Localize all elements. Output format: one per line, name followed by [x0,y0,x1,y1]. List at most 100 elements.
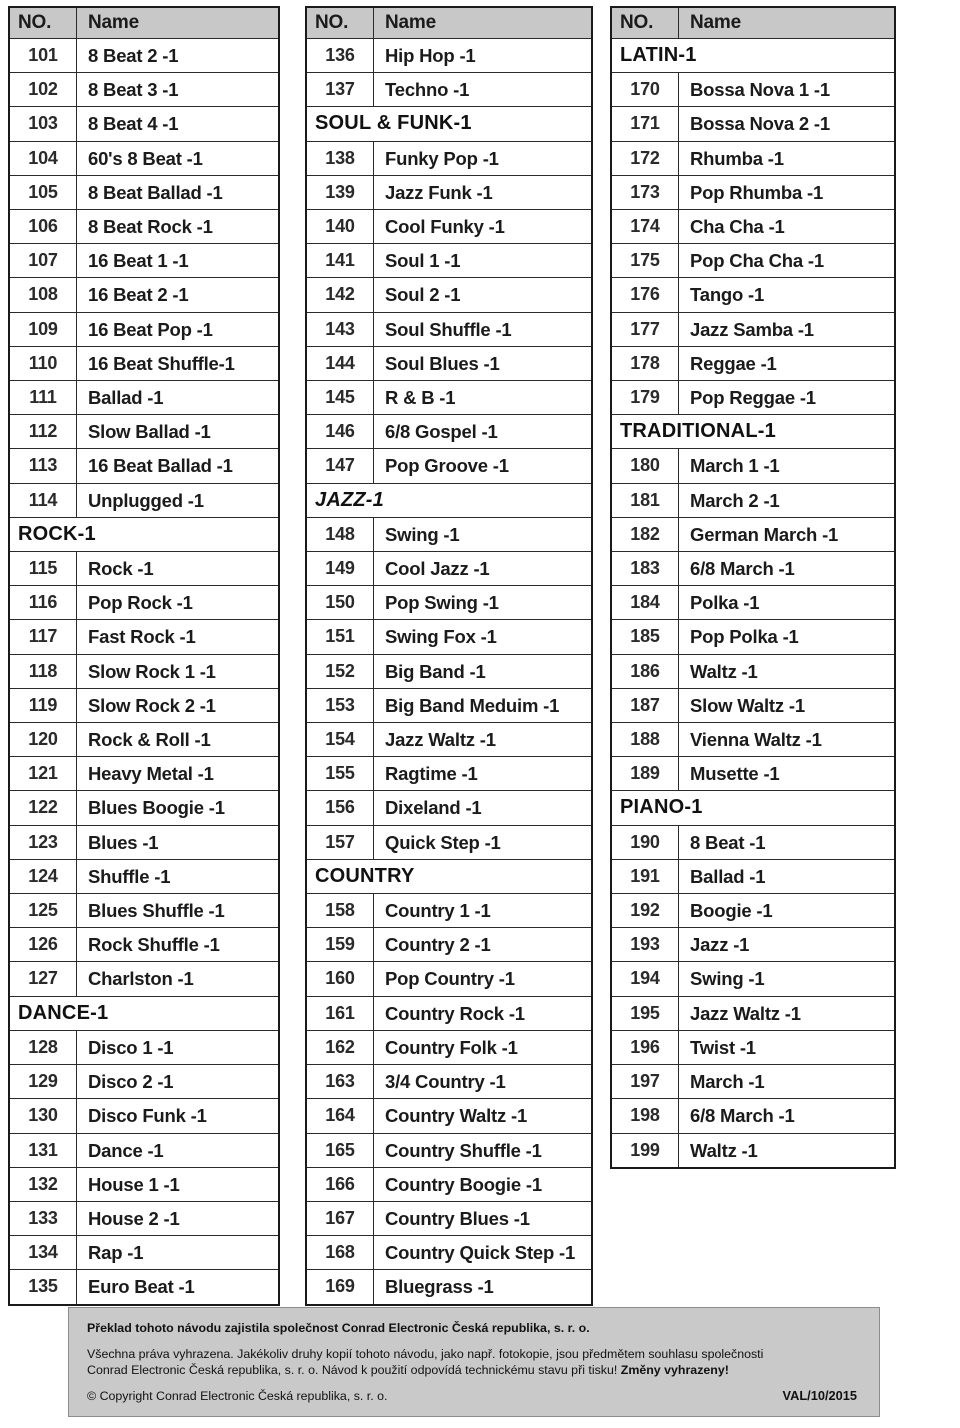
table-row[interactable]: 168 Country Quick Step -1 [305,1235,593,1271]
table-row[interactable]: 133 House 2 -1 [8,1200,280,1237]
table-row[interactable]: 139 Jazz Funk -1 [305,174,593,211]
table-row[interactable]: 141 Soul 1 -1 [305,243,593,279]
table-row[interactable]: 147 Pop Groove -1 [305,448,593,484]
table-row[interactable]: 169 Bluegrass -1 [305,1269,593,1306]
table-row[interactable]: 113 16 Beat Ballad -1 [8,448,280,484]
table-row[interactable]: 160 Pop Country -1 [305,961,593,997]
table-row[interactable]: 192 Boogie -1 [610,893,896,929]
table-row[interactable]: 124 Shuffle -1 [8,858,280,895]
table-row[interactable]: 136 Hip Hop -1 [305,37,593,74]
table-row[interactable]: 119 Slow Rock 2 -1 [8,687,280,724]
table-row[interactable]: 145 R & B -1 [305,380,593,416]
table-row[interactable]: 150 Pop Swing -1 [305,585,593,621]
table-row[interactable]: 193 Jazz -1 [610,927,896,963]
table-row[interactable]: 115 Rock -1 [8,551,280,587]
table-row[interactable]: 188 Vienna Waltz -1 [610,722,896,758]
table-row[interactable]: 149 Cool Jazz -1 [305,551,593,587]
table-row[interactable]: 110 16 Beat Shuffle-1 [8,345,280,382]
table-row[interactable]: 179 Pop Reggae -1 [610,380,896,416]
table-row[interactable]: 173 Pop Rhumba -1 [610,174,896,211]
table-row[interactable]: 137 Techno -1 [305,72,593,108]
table-row[interactable]: 144 Soul Blues -1 [305,345,593,382]
table-row[interactable]: 175 Pop Cha Cha -1 [610,243,896,279]
table-row[interactable]: 158 Country 1 -1 [305,893,593,929]
table-row[interactable]: 164 Country Waltz -1 [305,1098,593,1134]
table-row[interactable]: 163 3/4 Country -1 [305,1064,593,1100]
table-row[interactable]: 135 Euro Beat -1 [8,1269,280,1306]
table-row[interactable]: 157 Quick Step -1 [305,824,593,860]
table-row[interactable]: 191 Ballad -1 [610,858,896,895]
table-row[interactable]: 174 Cha Cha -1 [610,209,896,245]
table-row[interactable]: 103 8 Beat 4 -1 [8,106,280,142]
table-row[interactable]: 148 Swing -1 [305,516,593,553]
table-row[interactable]: 140 Cool Funky -1 [305,209,593,245]
table-row[interactable]: 194 Swing -1 [610,961,896,997]
table-row[interactable]: 161 Country Rock -1 [305,995,593,1031]
table-row[interactable]: 130 Disco Funk -1 [8,1098,280,1134]
table-row[interactable]: 132 House 1 -1 [8,1166,280,1202]
table-row[interactable]: 134 Rap -1 [8,1235,280,1271]
table-row[interactable]: 101 8 Beat 2 -1 [8,37,280,74]
table-row[interactable]: 142 Soul 2 -1 [305,277,593,313]
table-row[interactable]: 177 Jazz Samba -1 [610,311,896,347]
table-row[interactable]: 162 Country Folk -1 [305,1029,593,1066]
table-row[interactable]: 114 Unplugged -1 [8,482,280,518]
table-row[interactable]: 166 Country Boogie -1 [305,1166,593,1202]
table-row[interactable]: 186 Waltz -1 [610,653,896,689]
table-row[interactable]: 143 Soul Shuffle -1 [305,311,593,347]
table-row[interactable]: 182 German March -1 [610,516,896,553]
table-row[interactable]: 127 Charlston -1 [8,961,280,997]
table-row[interactable]: 104 60's 8 Beat -1 [8,140,280,176]
table-row[interactable]: 126 Rock Shuffle -1 [8,927,280,963]
table-row[interactable]: 156 Dixeland -1 [305,790,593,826]
table-row[interactable]: 146 6/8 Gospel -1 [305,414,593,450]
table-row[interactable]: 187 Slow Waltz -1 [610,687,896,724]
table-row[interactable]: 171 Bossa Nova 2 -1 [610,106,896,142]
table-row[interactable]: 123 Blues -1 [8,824,280,860]
table-row[interactable]: 165 Country Shuffle -1 [305,1132,593,1168]
table-row[interactable]: 152 Big Band -1 [305,653,593,689]
table-row[interactable]: 116 Pop Rock -1 [8,585,280,621]
table-row[interactable]: 154 Jazz Waltz -1 [305,722,593,758]
table-row[interactable]: 128 Disco 1 -1 [8,1029,280,1066]
table-row[interactable]: 190 8 Beat -1 [610,824,896,860]
table-row[interactable]: 138 Funky Pop -1 [305,140,593,176]
table-row[interactable]: 159 Country 2 -1 [305,927,593,963]
table-row[interactable]: 181 March 2 -1 [610,482,896,518]
table-row[interactable]: 120 Rock & Roll -1 [8,722,280,758]
table-row[interactable]: 121 Heavy Metal -1 [8,756,280,792]
table-row[interactable]: 172 Rhumba -1 [610,140,896,176]
table-row[interactable]: 102 8 Beat 3 -1 [8,72,280,108]
table-row[interactable]: 189 Musette -1 [610,756,896,792]
table-row[interactable]: 195 Jazz Waltz -1 [610,995,896,1031]
table-row[interactable]: 118 Slow Rock 1 -1 [8,653,280,689]
table-row[interactable]: 107 16 Beat 1 -1 [8,243,280,279]
table-row[interactable]: 198 6/8 March -1 [610,1098,896,1134]
table-row[interactable]: 129 Disco 2 -1 [8,1064,280,1100]
table-row[interactable]: 117 Fast Rock -1 [8,619,280,655]
table-row[interactable]: 122 Blues Boogie -1 [8,790,280,826]
table-row[interactable]: 178 Reggae -1 [610,345,896,382]
table-row[interactable]: 199 Waltz -1 [610,1132,896,1169]
table-row[interactable]: 151 Swing Fox -1 [305,619,593,655]
table-row[interactable]: 112 Slow Ballad -1 [8,414,280,450]
style-name: Swing -1 [678,961,896,997]
table-row[interactable]: 131 Dance -1 [8,1132,280,1168]
table-row[interactable]: 153 Big Band Meduim -1 [305,687,593,724]
table-row[interactable]: 170 Bossa Nova 1 -1 [610,72,896,108]
table-row[interactable]: 109 16 Beat Pop -1 [8,311,280,347]
table-row[interactable]: 197 March -1 [610,1064,896,1100]
table-row[interactable]: 125 Blues Shuffle -1 [8,893,280,929]
table-row[interactable]: 184 Polka -1 [610,585,896,621]
table-row[interactable]: 106 8 Beat Rock -1 [8,209,280,245]
table-row[interactable]: 176 Tango -1 [610,277,896,313]
table-row[interactable]: 105 8 Beat Ballad -1 [8,174,280,211]
table-row[interactable]: 183 6/8 March -1 [610,551,896,587]
table-row[interactable]: 196 Twist -1 [610,1029,896,1066]
table-row[interactable]: 155 Ragtime -1 [305,756,593,792]
table-row[interactable]: 108 16 Beat 2 -1 [8,277,280,313]
table-row[interactable]: 180 March 1 -1 [610,448,896,484]
table-row[interactable]: 167 Country Blues -1 [305,1200,593,1237]
table-row[interactable]: 111 Ballad -1 [8,380,280,416]
table-row[interactable]: 185 Pop Polka -1 [610,619,896,655]
